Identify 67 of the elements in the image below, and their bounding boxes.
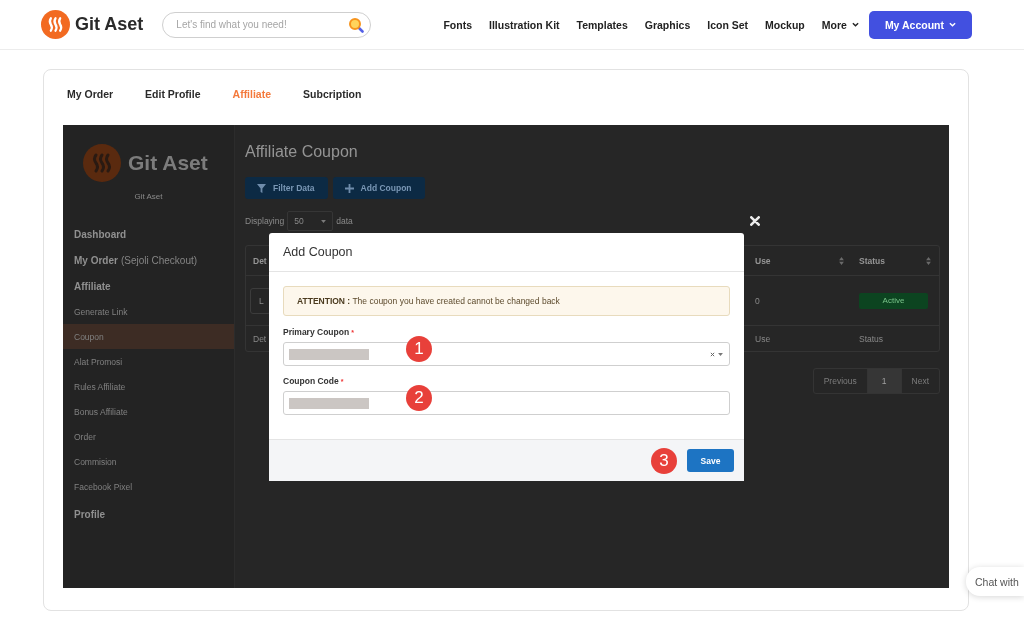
sidebar-item[interactable]: Coupon <box>63 324 234 349</box>
sidebar-item[interactable]: Bonus Affiliate <box>63 399 234 424</box>
sort-icon[interactable] <box>926 256 931 265</box>
filter-icon <box>257 183 266 193</box>
sidebar-item[interactable]: Order <box>63 424 234 449</box>
page-button[interactable]: 1 <box>867 369 902 393</box>
search-field[interactable]: Let's find what you need! <box>162 11 372 38</box>
search-icon[interactable] <box>348 16 365 33</box>
caret-icon <box>321 219 327 223</box>
column-footer: Status <box>859 333 884 344</box>
logo-icon <box>83 144 121 182</box>
nav-dropdown[interactable]: More <box>821 18 859 31</box>
sidebar-item[interactable]: Profile <box>63 501 234 527</box>
nav-link[interactable]: Templates <box>576 18 628 31</box>
save-button[interactable]: Save <box>687 449 734 472</box>
input-field[interactable] <box>283 391 730 415</box>
logo-icon <box>41 10 70 39</box>
next-button[interactable]: Next <box>901 369 939 393</box>
nav-link[interactable]: Fonts <box>443 18 472 31</box>
attention-message: ATTENTION : The coupon you have created cannot be changed back <box>283 286 730 316</box>
chat-button[interactable]: Chat with <box>966 567 1024 596</box>
sidebar-item[interactable]: Commision <box>63 449 234 474</box>
step-marker: 2 <box>406 385 432 411</box>
nav-link[interactable]: Mockup <box>765 18 805 31</box>
tab[interactable]: Affiliate <box>232 87 272 101</box>
close-icon[interactable] <box>750 216 760 226</box>
logo-text: Git Aset <box>128 151 208 175</box>
logo-text: Git Aset <box>75 14 144 35</box>
filter-button[interactable]: Filter Data <box>245 177 328 199</box>
caret-icon <box>949 22 956 27</box>
step-marker: 3 <box>651 447 677 474</box>
display-label: data <box>336 216 353 226</box>
plus-icon <box>344 183 354 193</box>
page-title: Affiliate Coupon <box>245 142 358 162</box>
column-footer: Use <box>755 333 771 344</box>
nav-link[interactable]: Graphics <box>644 18 691 31</box>
page-size-select[interactable]: 50 <box>287 211 334 231</box>
sidebar-item[interactable]: Facebook Pixel <box>63 474 234 499</box>
column-header: Status <box>859 255 885 266</box>
previous-button[interactable]: Previous <box>813 369 868 393</box>
sidebar-item[interactable]: Affiliate <box>63 273 234 299</box>
nav-link[interactable]: Icon Set <box>707 18 749 31</box>
sidebar-subtitle: Git Aset <box>134 192 163 202</box>
add-button[interactable]: Add Coupon <box>332 177 425 199</box>
display-label: Displaying <box>245 216 285 226</box>
caret-icon[interactable] <box>718 352 723 356</box>
column-header: Det <box>253 255 267 266</box>
account-button[interactable]: My Account <box>868 10 972 39</box>
sidebar-item[interactable]: My Order (Sejoli Checkout) <box>63 247 234 273</box>
sidebar-item[interactable]: Rules Affiliate <box>63 374 234 399</box>
status-badge: Active <box>859 292 928 309</box>
tab[interactable]: Edit Profile <box>145 87 201 101</box>
sidebar-item[interactable]: Generate Link <box>63 299 234 324</box>
select-field[interactable] <box>283 342 730 366</box>
clear-icon[interactable] <box>710 351 715 357</box>
sort-icon[interactable] <box>839 256 844 265</box>
sidebar-item[interactable]: Alat Promosi <box>63 349 234 374</box>
step-marker: 1 <box>406 336 432 362</box>
tab[interactable]: My Order <box>67 87 114 101</box>
tab[interactable]: Subcription <box>303 87 362 101</box>
caret-icon <box>851 22 859 27</box>
table-cell: 0 <box>755 295 760 306</box>
column-header: Use <box>755 255 771 266</box>
nav-link[interactable]: Illustration Kit <box>488 18 560 31</box>
column-footer: Det <box>253 333 267 344</box>
sidebar-item[interactable]: Dashboard <box>63 221 234 247</box>
modal-title: Add Coupon <box>283 245 353 259</box>
